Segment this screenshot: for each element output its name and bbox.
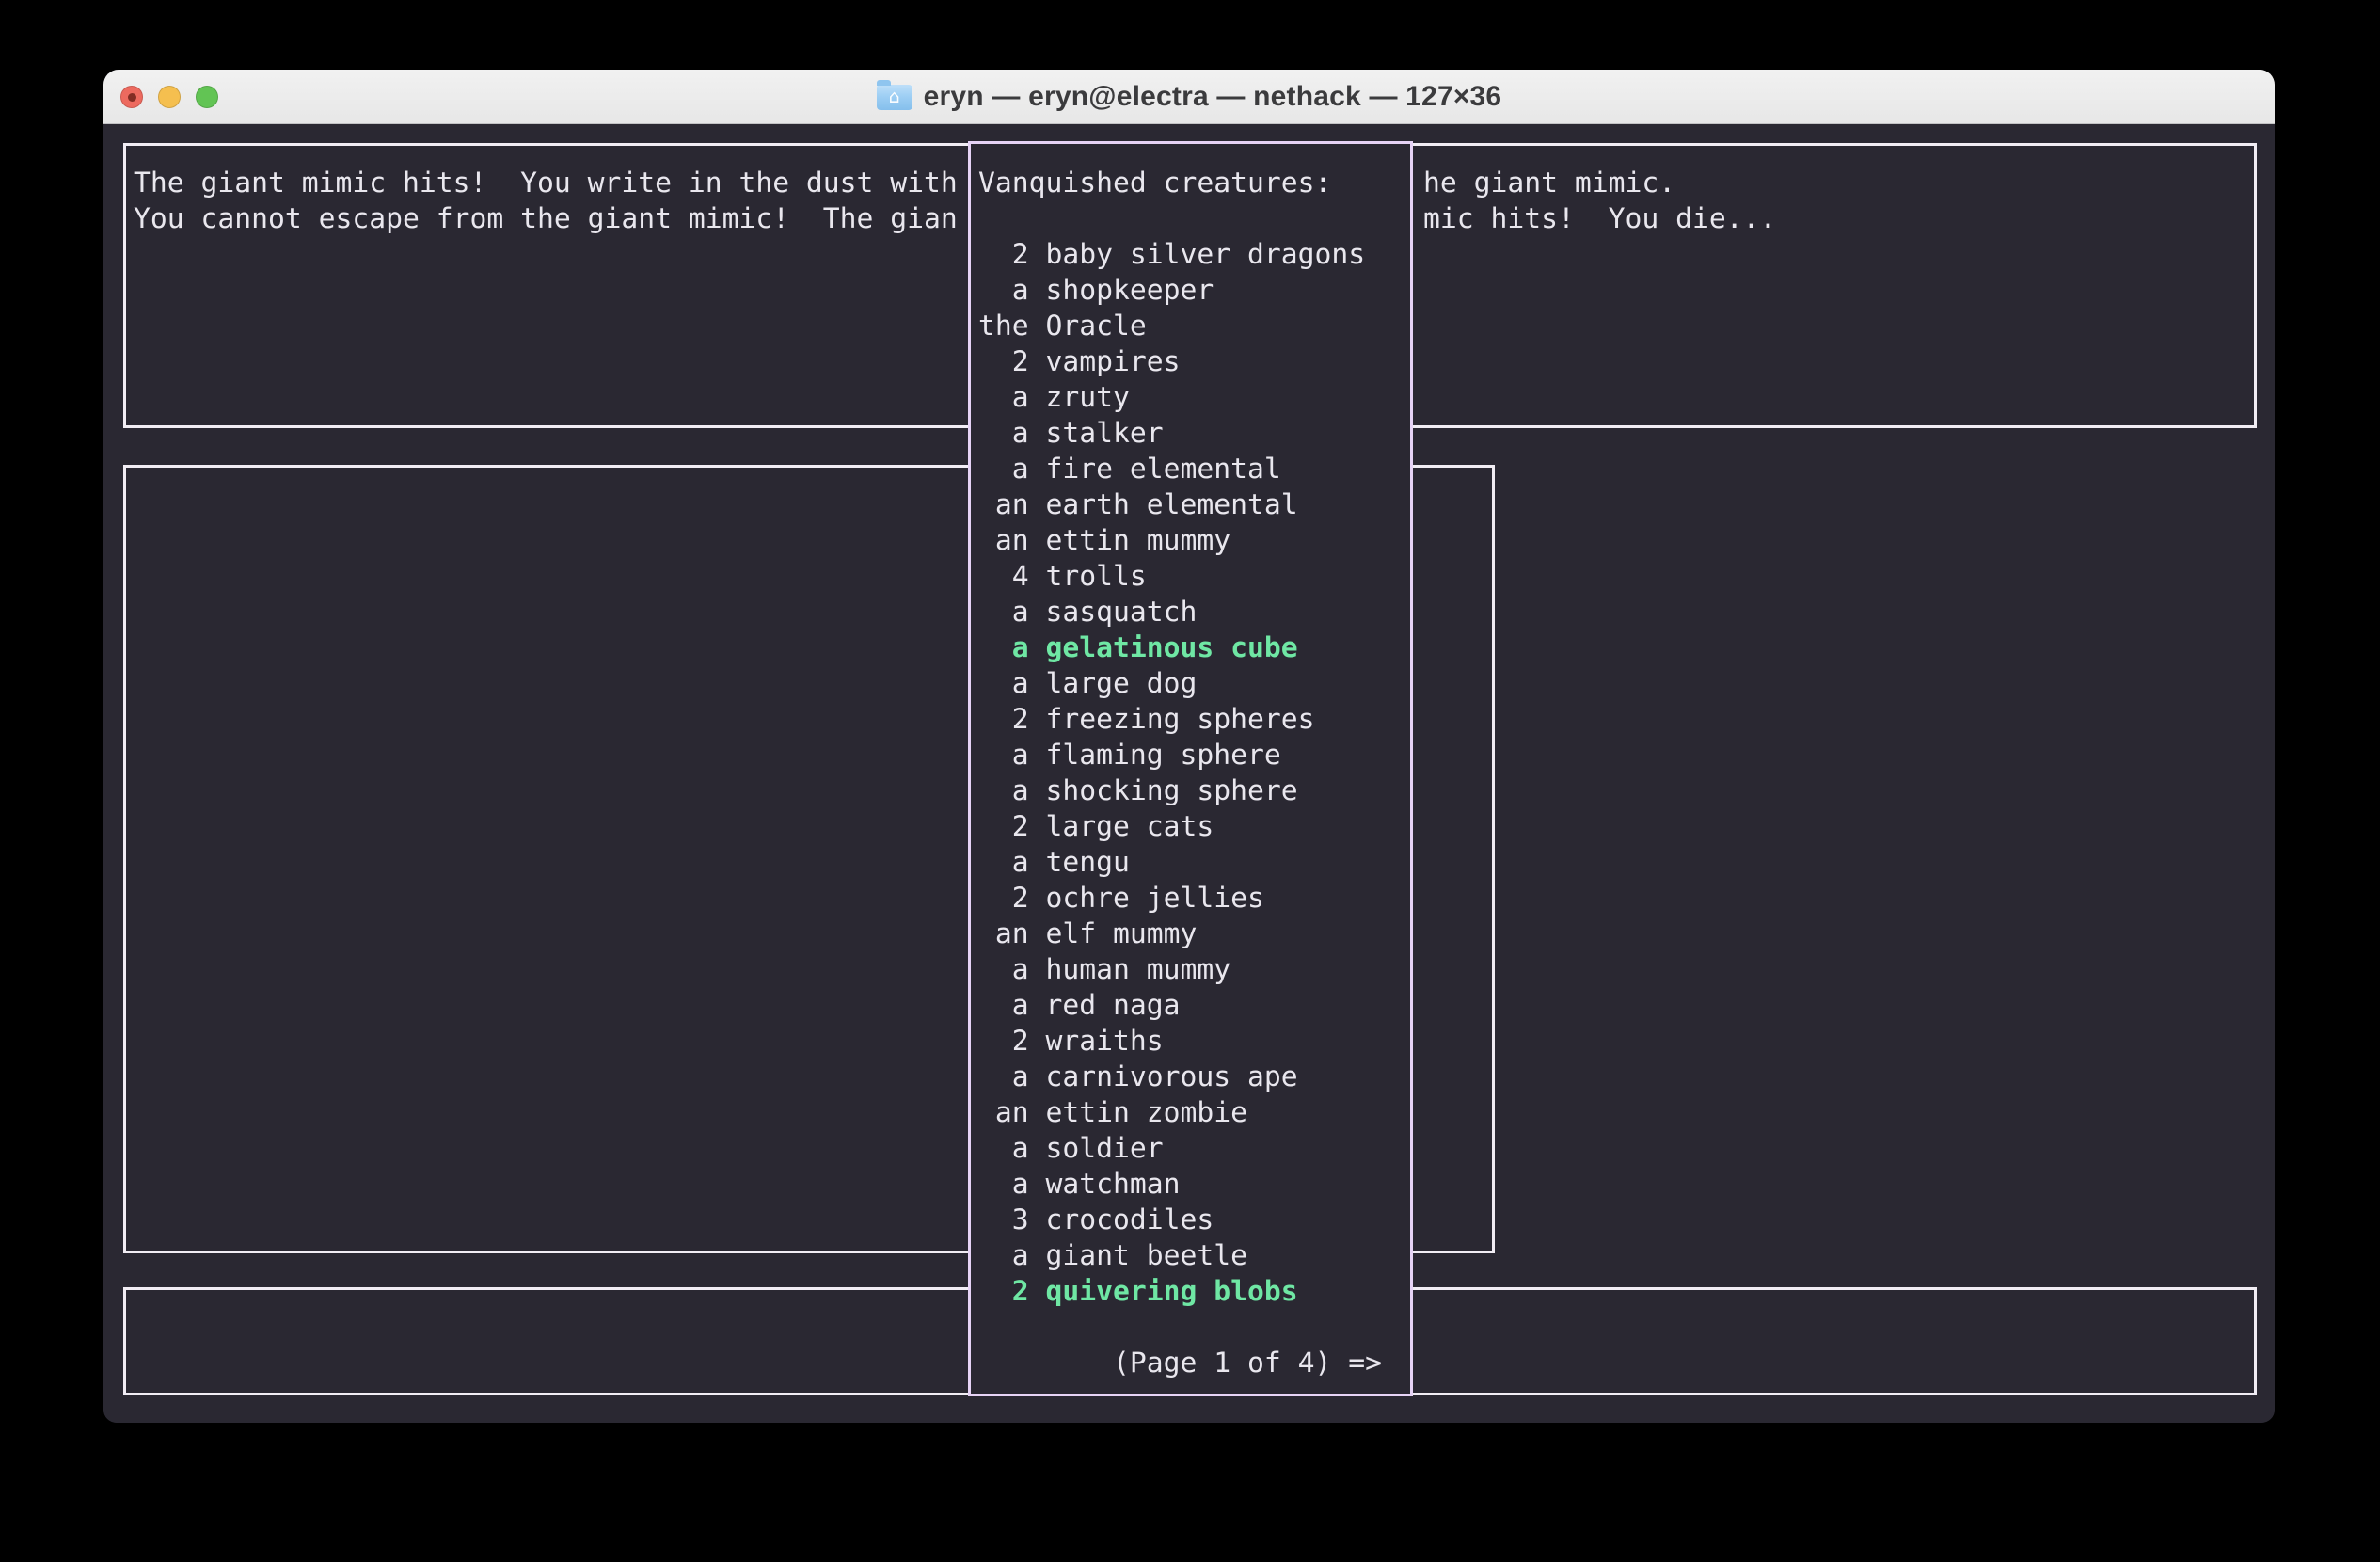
minimize-button[interactable] [158, 86, 181, 108]
vanquished-list-item: a giant beetle [978, 1238, 1247, 1274]
vanquished-list-item: 2 ochre jellies [978, 881, 1264, 916]
message-line-left: The giant mimic hits! You write in the d… [134, 166, 968, 201]
vanquished-popup: Vanquished creatures: 2 baby silver drag… [968, 141, 1413, 1396]
vanquished-list-item: a gelatinous cube [978, 630, 1298, 666]
vanquished-list-item: a fire elemental [978, 452, 1281, 487]
vanquished-list-item: a red naga [978, 988, 1180, 1024]
vanquished-list-item: 2 quivering blobs [978, 1274, 1298, 1310]
popup-pager: (Page 1 of 4) => [1113, 1346, 1382, 1381]
desktop: ⌂ eryn — eryn@electra — nethack — 127×36… [0, 0, 2380, 1562]
vanquished-list-item: 2 wraiths [978, 1024, 1164, 1060]
vanquished-list-item: 2 baby silver dragons [978, 237, 1365, 273]
vanquished-list-item: an elf mummy [978, 916, 1197, 952]
vanquished-list-item: 2 vampires [978, 344, 1180, 380]
vanquished-list-item: a human mummy [978, 952, 1230, 988]
vanquished-list-item: a carnivorous ape [978, 1060, 1298, 1095]
traffic-lights [120, 70, 218, 124]
popup-title: Vanquished creatures: [978, 166, 1331, 201]
vanquished-list-item: an ettin zombie [978, 1095, 1247, 1131]
vanquished-list-item: a large dog [978, 666, 1197, 702]
vanquished-list-item: 4 trolls [978, 559, 1147, 595]
vanquished-list-item: an earth elemental [978, 487, 1298, 523]
vanquished-list-item: a shopkeeper [978, 273, 1214, 309]
vanquished-list-item: a sasquatch [978, 595, 1197, 630]
terminal-screen[interactable]: The giant mimic hits! You write in the d… [103, 124, 2275, 1423]
message-line-right: mic hits! You die... [1423, 201, 1776, 237]
close-button[interactable] [120, 86, 143, 108]
house-icon: ⌂ [889, 88, 900, 106]
message-line-left: You cannot escape from the giant mimic! … [134, 201, 968, 237]
vanquished-list-item: a zruty [978, 380, 1130, 416]
terminal-window: ⌂ eryn — eryn@electra — nethack — 127×36… [103, 70, 2275, 1423]
vanquished-list-item: the Oracle [978, 309, 1147, 344]
vanquished-list-item: 2 freezing spheres [978, 702, 1314, 738]
home-folder-icon: ⌂ [877, 85, 912, 110]
title-bar[interactable]: ⌂ eryn — eryn@electra — nethack — 127×36 [103, 70, 2275, 124]
vanquished-list-item: 3 crocodiles [978, 1203, 1214, 1238]
vanquished-list-item: a tengu [978, 845, 1130, 881]
vanquished-list-item: a stalker [978, 416, 1164, 452]
unsaved-dot-icon [128, 93, 136, 102]
vanquished-list-item: a watchman [978, 1167, 1180, 1203]
vanquished-list-item: a soldier [978, 1131, 1164, 1167]
vanquished-list-item: an ettin mummy [978, 523, 1230, 559]
zoom-button[interactable] [196, 86, 218, 108]
vanquished-list-item: 2 large cats [978, 809, 1214, 845]
window-title-group: ⌂ eryn — eryn@electra — nethack — 127×36 [877, 81, 1502, 113]
vanquished-list-item: a flaming sphere [978, 738, 1281, 773]
message-line-right: he giant mimic. [1423, 166, 1675, 201]
vanquished-list-item: a shocking sphere [978, 773, 1298, 809]
window-title: eryn — eryn@electra — nethack — 127×36 [924, 81, 1502, 113]
